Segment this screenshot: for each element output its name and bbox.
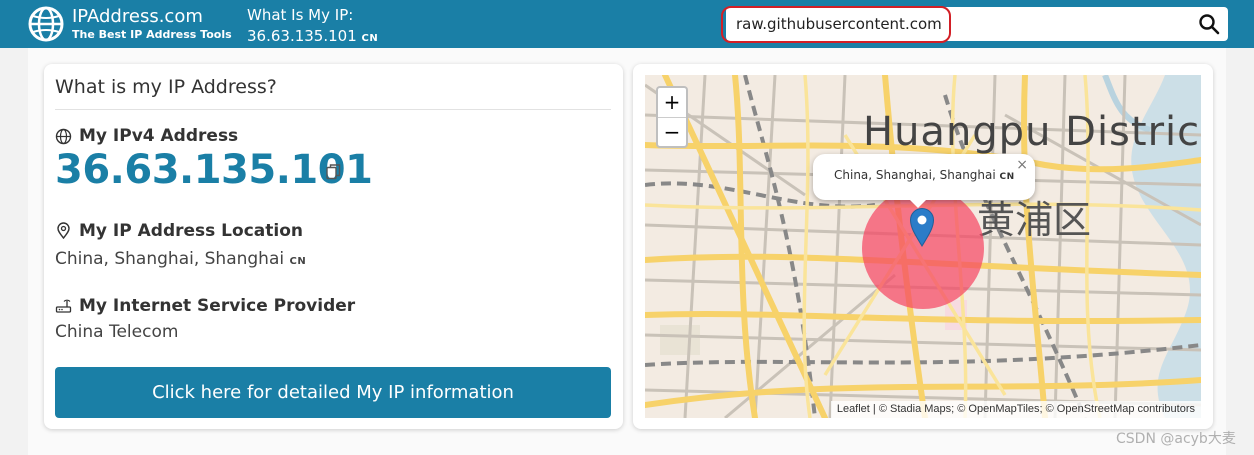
my-ip-card: What is my IP Address? My IPv4 Address 3…: [44, 64, 623, 429]
map-attribution: Leaflet | © Stadia Maps; © OpenMapTiles;…: [830, 401, 1201, 418]
search-input[interactable]: [736, 7, 1176, 41]
popup-close-icon[interactable]: ×: [1016, 157, 1028, 173]
zoom-control: + −: [656, 86, 688, 148]
location-country: CN: [289, 256, 307, 267]
router-icon: [55, 299, 72, 313]
detailed-ip-info-button[interactable]: Click here for detailed My IP informatio…: [55, 367, 611, 418]
ipv4-heading: My IPv4 Address: [79, 126, 239, 146]
isp-heading: My Internet Service Provider: [79, 296, 356, 316]
popup-country: CN: [999, 172, 1015, 182]
popup-tip: [908, 198, 928, 208]
header-ip-address: 36.63.135.101: [247, 27, 357, 45]
leaflet-link[interactable]: Leaflet: [837, 403, 870, 415]
isp-value: China Telecom: [55, 322, 179, 342]
search-box: [726, 7, 1228, 41]
location-heading: My IP Address Location: [79, 221, 303, 241]
header-ip-label: What Is My IP:: [247, 6, 354, 24]
globe-logo-icon[interactable]: [28, 6, 64, 42]
location-value: China, Shanghai, Shanghai CN: [55, 249, 306, 272]
header-ip-country: CN: [361, 33, 379, 44]
search-icon[interactable]: [1198, 13, 1220, 35]
card-divider: [55, 109, 611, 110]
card-title: What is my IP Address?: [55, 76, 277, 98]
popup-location: China, Shanghai, Shanghai: [834, 168, 996, 182]
brand-name[interactable]: IPAddress.com: [72, 6, 203, 28]
copy-icon[interactable]: [326, 164, 341, 180]
map-district-label-en: Huangpu Distric: [863, 109, 1201, 155]
globe-icon: [55, 128, 72, 145]
csdn-watermark: CSDN @acyb大麦: [1116, 431, 1236, 447]
location-map[interactable]: Huangpu Distric 黄浦区 China, Shanghai, Sha…: [645, 75, 1201, 418]
ipv4-value: 36.63.135.101: [55, 147, 373, 193]
brand-tagline: The Best IP Address Tools: [72, 28, 232, 41]
location-text: China, Shanghai, Shanghai: [55, 249, 285, 269]
map-card: Huangpu Distric 黄浦区 China, Shanghai, Sha…: [633, 64, 1213, 429]
header-ip-value: 36.63.135.101 CN: [247, 27, 378, 48]
location-pin-icon: [57, 222, 70, 239]
map-marker-icon[interactable]: [909, 207, 935, 247]
zoom-in-button[interactable]: +: [658, 88, 686, 117]
header-bar: IPAddress.com The Best IP Address Tools …: [0, 0, 1254, 48]
zoom-out-button[interactable]: −: [658, 118, 686, 147]
popup-text: China, Shanghai, Shanghai CN: [834, 168, 1015, 182]
attribution-text: | © Stadia Maps; © OpenMapTiles; © OpenS…: [869, 403, 1195, 415]
map-popup: China, Shanghai, Shanghai CN ×: [813, 154, 1035, 200]
